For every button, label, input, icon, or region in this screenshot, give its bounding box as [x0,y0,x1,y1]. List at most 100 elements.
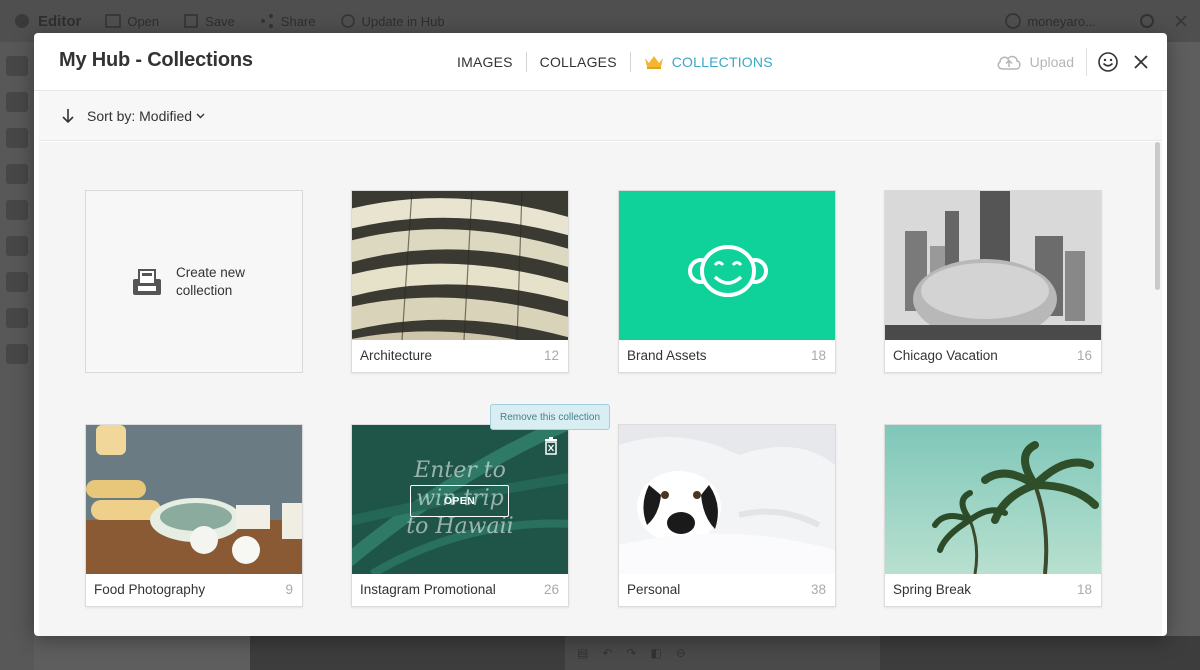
sort-dropdown[interactable]: Sort by: Modified [87,108,205,124]
create-collection-label-line1: Create new [176,264,246,280]
chicago-thumbnail-image [885,191,1101,340]
promo-text-line3: to Hawaii [406,514,514,539]
page-title: My Hub - Collections [59,49,253,71]
collection-thumbnail [885,191,1101,340]
collection-name: Architecture [360,348,433,363]
redo-icon: ↷ [626,646,637,660]
create-collection-label-line2: collection [176,282,233,298]
save-icon [184,14,198,28]
collection-thumbnail [352,191,568,340]
collection-name: Food Photography [94,582,206,597]
dog-thumbnail-image [619,425,835,574]
upload-button[interactable]: Upload [996,48,1087,76]
editor-menu-share-label: Share [280,13,316,29]
add-collection-icon [133,268,161,295]
image-icon [105,14,122,28]
collection-card-architecture[interactable]: Architecture 12 [351,190,569,373]
butterfly-icon [6,200,28,220]
close-modal-icon[interactable] [1133,54,1149,70]
collection-thumbnail [885,425,1101,574]
collection-count: 18 [810,348,826,363]
frame-icon [6,236,28,256]
remove-collection-tooltip: Remove this collection [490,404,610,430]
tab-images[interactable]: IMAGES [444,51,526,73]
editor-sidebar [0,42,34,670]
collections-grid: Create new collection Architecture 12 Br… [39,142,1162,636]
tab-collages[interactable]: COLLAGES [527,51,630,73]
create-collection-label: Create new collection [176,264,256,300]
collection-name: Brand Assets [627,348,707,363]
chevron-down-icon [196,113,205,118]
cloud-upload-icon [997,55,1021,70]
collection-thumbnail: Enter to win trip to Hawaii OPEN [352,425,568,574]
editor-bottombar: ▤ ↶ ↷ ◧ ⊖ [565,636,880,670]
header-actions: Upload [996,47,1149,77]
collection-count: 16 [1076,348,1092,363]
hub-tabs: IMAGES COLLAGES COLLECTIONS [444,49,786,75]
collection-card-food-photography[interactable]: Food Photography 9 [85,424,303,607]
face-icon [6,128,28,148]
gear-icon [1140,14,1154,28]
compare-icon: ◧ [650,646,662,660]
editor-menu-share: Share [259,13,316,29]
editor-menu-save-label: Save [205,13,235,29]
collection-count: 12 [543,348,559,363]
collection-card-personal[interactable]: Personal 38 [618,424,836,607]
sort-dropdown-label: Sort by: Modified [87,107,193,124]
feedback-smiley-icon[interactable] [1097,51,1119,73]
trash-icon[interactable] [544,437,558,455]
food-thumbnail-image [86,425,302,574]
palm-thumbnail-image [885,425,1101,574]
user-icon [1005,13,1022,29]
undo-icon: ↶ [602,646,613,660]
tools-icon [6,92,28,112]
collection-name: Spring Break [893,582,972,597]
collection-name: Personal [627,582,681,597]
create-collection-button[interactable]: Create new collection [85,190,303,373]
collection-count: 9 [285,582,293,597]
sort-toolbar: Sort by: Modified [39,91,1162,141]
collection-thumbnail [619,425,835,574]
headset-icon [340,14,355,28]
collection-count: 26 [543,582,559,597]
collections-modal: My Hub - Collections IMAGES COLLAGES COL… [34,33,1167,636]
overlay-icon [6,308,28,328]
sort-direction-icon[interactable] [61,108,75,124]
graphics-icon [6,344,28,364]
scroll-thumb[interactable] [1155,142,1160,290]
collection-card-instagram-promotional[interactable]: Enter to win trip to Hawaii OPEN Instagr… [351,424,569,607]
tab-collections[interactable]: COLLECTIONS [631,51,786,73]
tab-collections-label: COLLECTIONS [671,54,773,70]
share-icon [260,14,273,28]
layers-icon: ▤ [577,646,589,660]
promo-text-line1: Enter to [414,458,506,483]
collection-thumbnail [619,191,835,340]
editor-account-name: moneyaro... [1027,13,1096,29]
collection-name: Chicago Vacation [893,348,998,363]
editor-account: moneyaro... [1005,13,1096,29]
collection-thumbnail [86,425,302,574]
editor-menu-open: Open [105,13,159,29]
monkey-logo-icon [688,245,768,297]
editor-menu-open-label: Open [127,13,160,29]
editor-menu-update-label: Update in Hub [361,13,445,29]
editor-menu-update: Update in Hub [340,13,445,29]
editor-logo: Editor [12,13,81,30]
modal-header: My Hub - Collections IMAGES COLLAGES COL… [34,33,1167,91]
collection-name: Instagram Promotional [360,582,496,597]
text-icon [6,164,28,184]
grid-scrollbar[interactable] [1152,142,1162,636]
collection-count: 18 [1076,582,1092,597]
close-icon [1175,15,1187,27]
architecture-thumbnail-image [352,191,568,340]
editor-app-name: Editor [38,12,82,30]
sliders-icon [6,56,28,76]
collection-count: 38 [810,582,826,597]
collection-card-chicago-vacation[interactable]: Chicago Vacation 16 [884,190,1102,373]
open-collection-button[interactable]: OPEN [410,485,509,517]
collection-card-brand-assets[interactable]: Brand Assets 18 [618,190,836,373]
zoom-out-icon: ⊖ [675,646,686,660]
logo-icon [15,14,29,28]
collection-card-spring-break[interactable]: Spring Break 18 [884,424,1102,607]
editor-menu-save: Save [183,13,235,29]
